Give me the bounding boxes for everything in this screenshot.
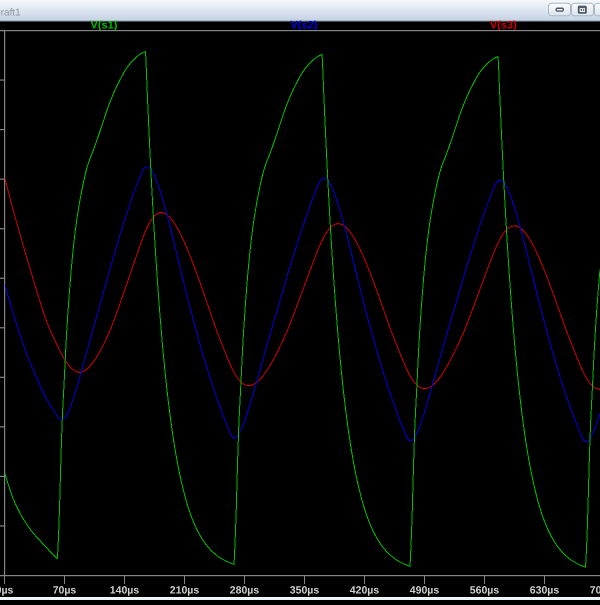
svg-text:210µs: 210µs [170,585,200,597]
svg-text:490µs: 490µs [410,585,440,597]
svg-text:70µs: 70µs [53,585,77,597]
svg-text:V(s3): V(s3) [490,20,517,32]
svg-text:350µs: 350µs [290,585,320,597]
svg-text:V(s1): V(s1) [91,20,118,32]
svg-text:V(s2): V(s2) [291,20,318,32]
svg-text:420µs: 420µs [350,585,380,597]
svg-text:630µs: 630µs [530,585,560,597]
svg-text:560µs: 560µs [470,585,500,597]
svg-text:0µs: 0µs [0,585,14,597]
svg-text:140µs: 140µs [110,585,140,597]
svg-text:700µs: 700µs [590,585,600,597]
svg-text:280µs: 280µs [230,585,260,597]
svg-text:Draft1: Draft1 [0,8,21,19]
